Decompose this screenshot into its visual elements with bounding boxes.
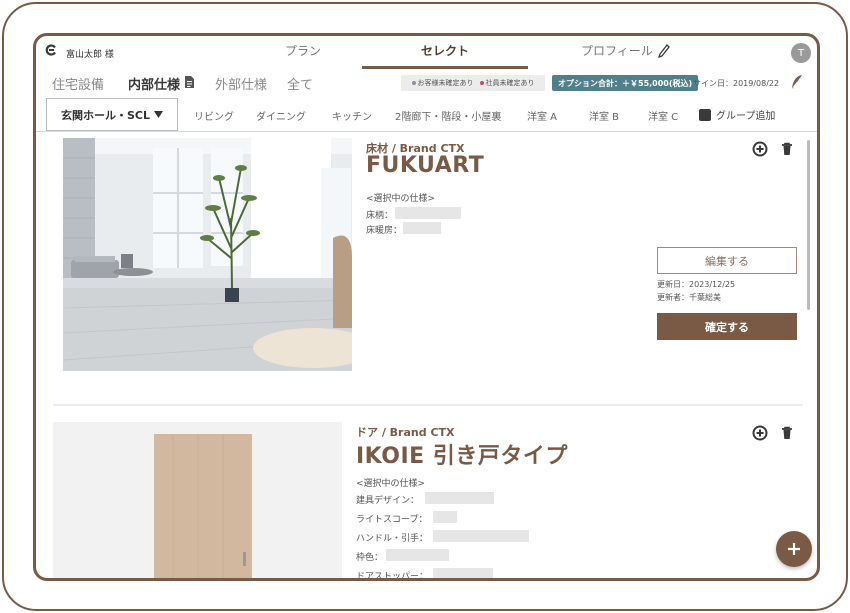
item-title: FUKUART <box>366 153 485 178</box>
category-tab-housing-equipment[interactable]: 住宅設備 <box>52 74 104 93</box>
plus-icon <box>788 543 800 555</box>
room-tab-western-c[interactable]: 洋室 C <box>648 108 678 123</box>
spec-label: ドアストッパー： <box>356 572 429 581</box>
spec-heading: <選択中の仕様> <box>356 479 426 489</box>
group-add-button[interactable]: グループ追加 <box>699 107 775 122</box>
room-tabs-bar: 玄関ホール・SCL リビング ダイニング キッチン 2階廊下・階段・小屋裏 洋室… <box>36 98 817 132</box>
room-tab-western-b[interactable]: 洋室 B <box>589 108 619 123</box>
confirm-button[interactable]: 確定する <box>657 313 797 340</box>
staff-pending-dot <box>479 81 484 85</box>
avatar[interactable]: T <box>791 43 811 63</box>
active-tab-indicator <box>362 66 528 69</box>
tab-profile[interactable]: プロフィール <box>581 42 653 59</box>
updated-by: 更新者：千葉総美 <box>657 293 721 302</box>
add-circle-icon[interactable] <box>752 141 768 157</box>
spec-label: ライトスコープ： <box>356 515 428 525</box>
room-tab-living[interactable]: リビング <box>194 108 234 123</box>
category-tab-interior[interactable]: 内部仕様 <box>128 74 180 93</box>
room-tab-western-a[interactable]: 洋室 A <box>527 108 557 123</box>
category-tab-all[interactable]: 全て <box>287 74 313 93</box>
add-square-icon <box>699 108 711 121</box>
document-icon <box>185 76 194 88</box>
spec-label: 床暖房： <box>366 226 403 236</box>
room-tab-2f-hall[interactable]: 2階廊下・階段・小屋裏 <box>395 108 501 123</box>
feather-sign-icon[interactable] <box>790 74 804 90</box>
spec-value-redacted <box>425 492 494 504</box>
trash-icon[interactable] <box>779 425 795 441</box>
content-scrollbar[interactable] <box>807 140 810 310</box>
app-window: 富山太郎 様 プラン セレクト プロフィール T 住宅設備 内部仕様 外部仕様 … <box>33 33 820 581</box>
user-name: 富山太郎 様 <box>66 50 114 60</box>
sign-date: サイン日：2019/08/22 <box>693 79 780 88</box>
caret-down-icon <box>154 111 163 118</box>
tab-plan[interactable]: プラン <box>285 42 321 59</box>
room-tab-dining[interactable]: ダイニング <box>256 108 306 123</box>
customer-pending-dot <box>411 81 416 85</box>
spec-heading: <選択中の仕様> <box>366 194 436 204</box>
spec-value-redacted <box>395 207 461 219</box>
pencil-icon[interactable] <box>658 44 670 58</box>
room-tab-kitchen[interactable]: キッチン <box>332 108 372 123</box>
flooring-photo <box>63 138 352 371</box>
spec-value-redacted <box>433 568 493 578</box>
category-tab-exterior[interactable]: 外部仕様 <box>215 74 267 93</box>
spec-value-redacted <box>403 222 441 234</box>
spec-label: ハンドル・引手： <box>356 534 429 544</box>
status-legend: お客様未確定あり 社員未確定あり <box>401 75 545 91</box>
spec-value-redacted <box>433 530 529 542</box>
spec-value-redacted <box>433 511 457 523</box>
edit-button[interactable]: 編集する <box>657 247 797 274</box>
add-circle-icon[interactable] <box>752 425 768 441</box>
item-divider <box>53 404 803 406</box>
room-dropdown[interactable]: 玄関ホール・SCL <box>46 98 178 131</box>
spec-value-redacted <box>386 549 449 561</box>
spec-label: 建具デザイン： <box>356 496 420 506</box>
spec-label: 床柄： <box>366 211 394 221</box>
trash-icon[interactable] <box>779 141 795 157</box>
item-title: IKOIE 引き戸タイプ <box>356 444 568 469</box>
tab-select[interactable]: セレクト <box>421 42 469 59</box>
door-photo <box>53 422 342 578</box>
option-total-badge: オプション合計：＋￥55,000(税込) <box>552 75 699 91</box>
updated-date: 更新日：2023/12/25 <box>657 280 736 289</box>
spec-label: 枠色： <box>356 553 384 563</box>
add-fab-button[interactable] <box>776 531 812 567</box>
brand-logo-icon[interactable] <box>45 44 57 56</box>
